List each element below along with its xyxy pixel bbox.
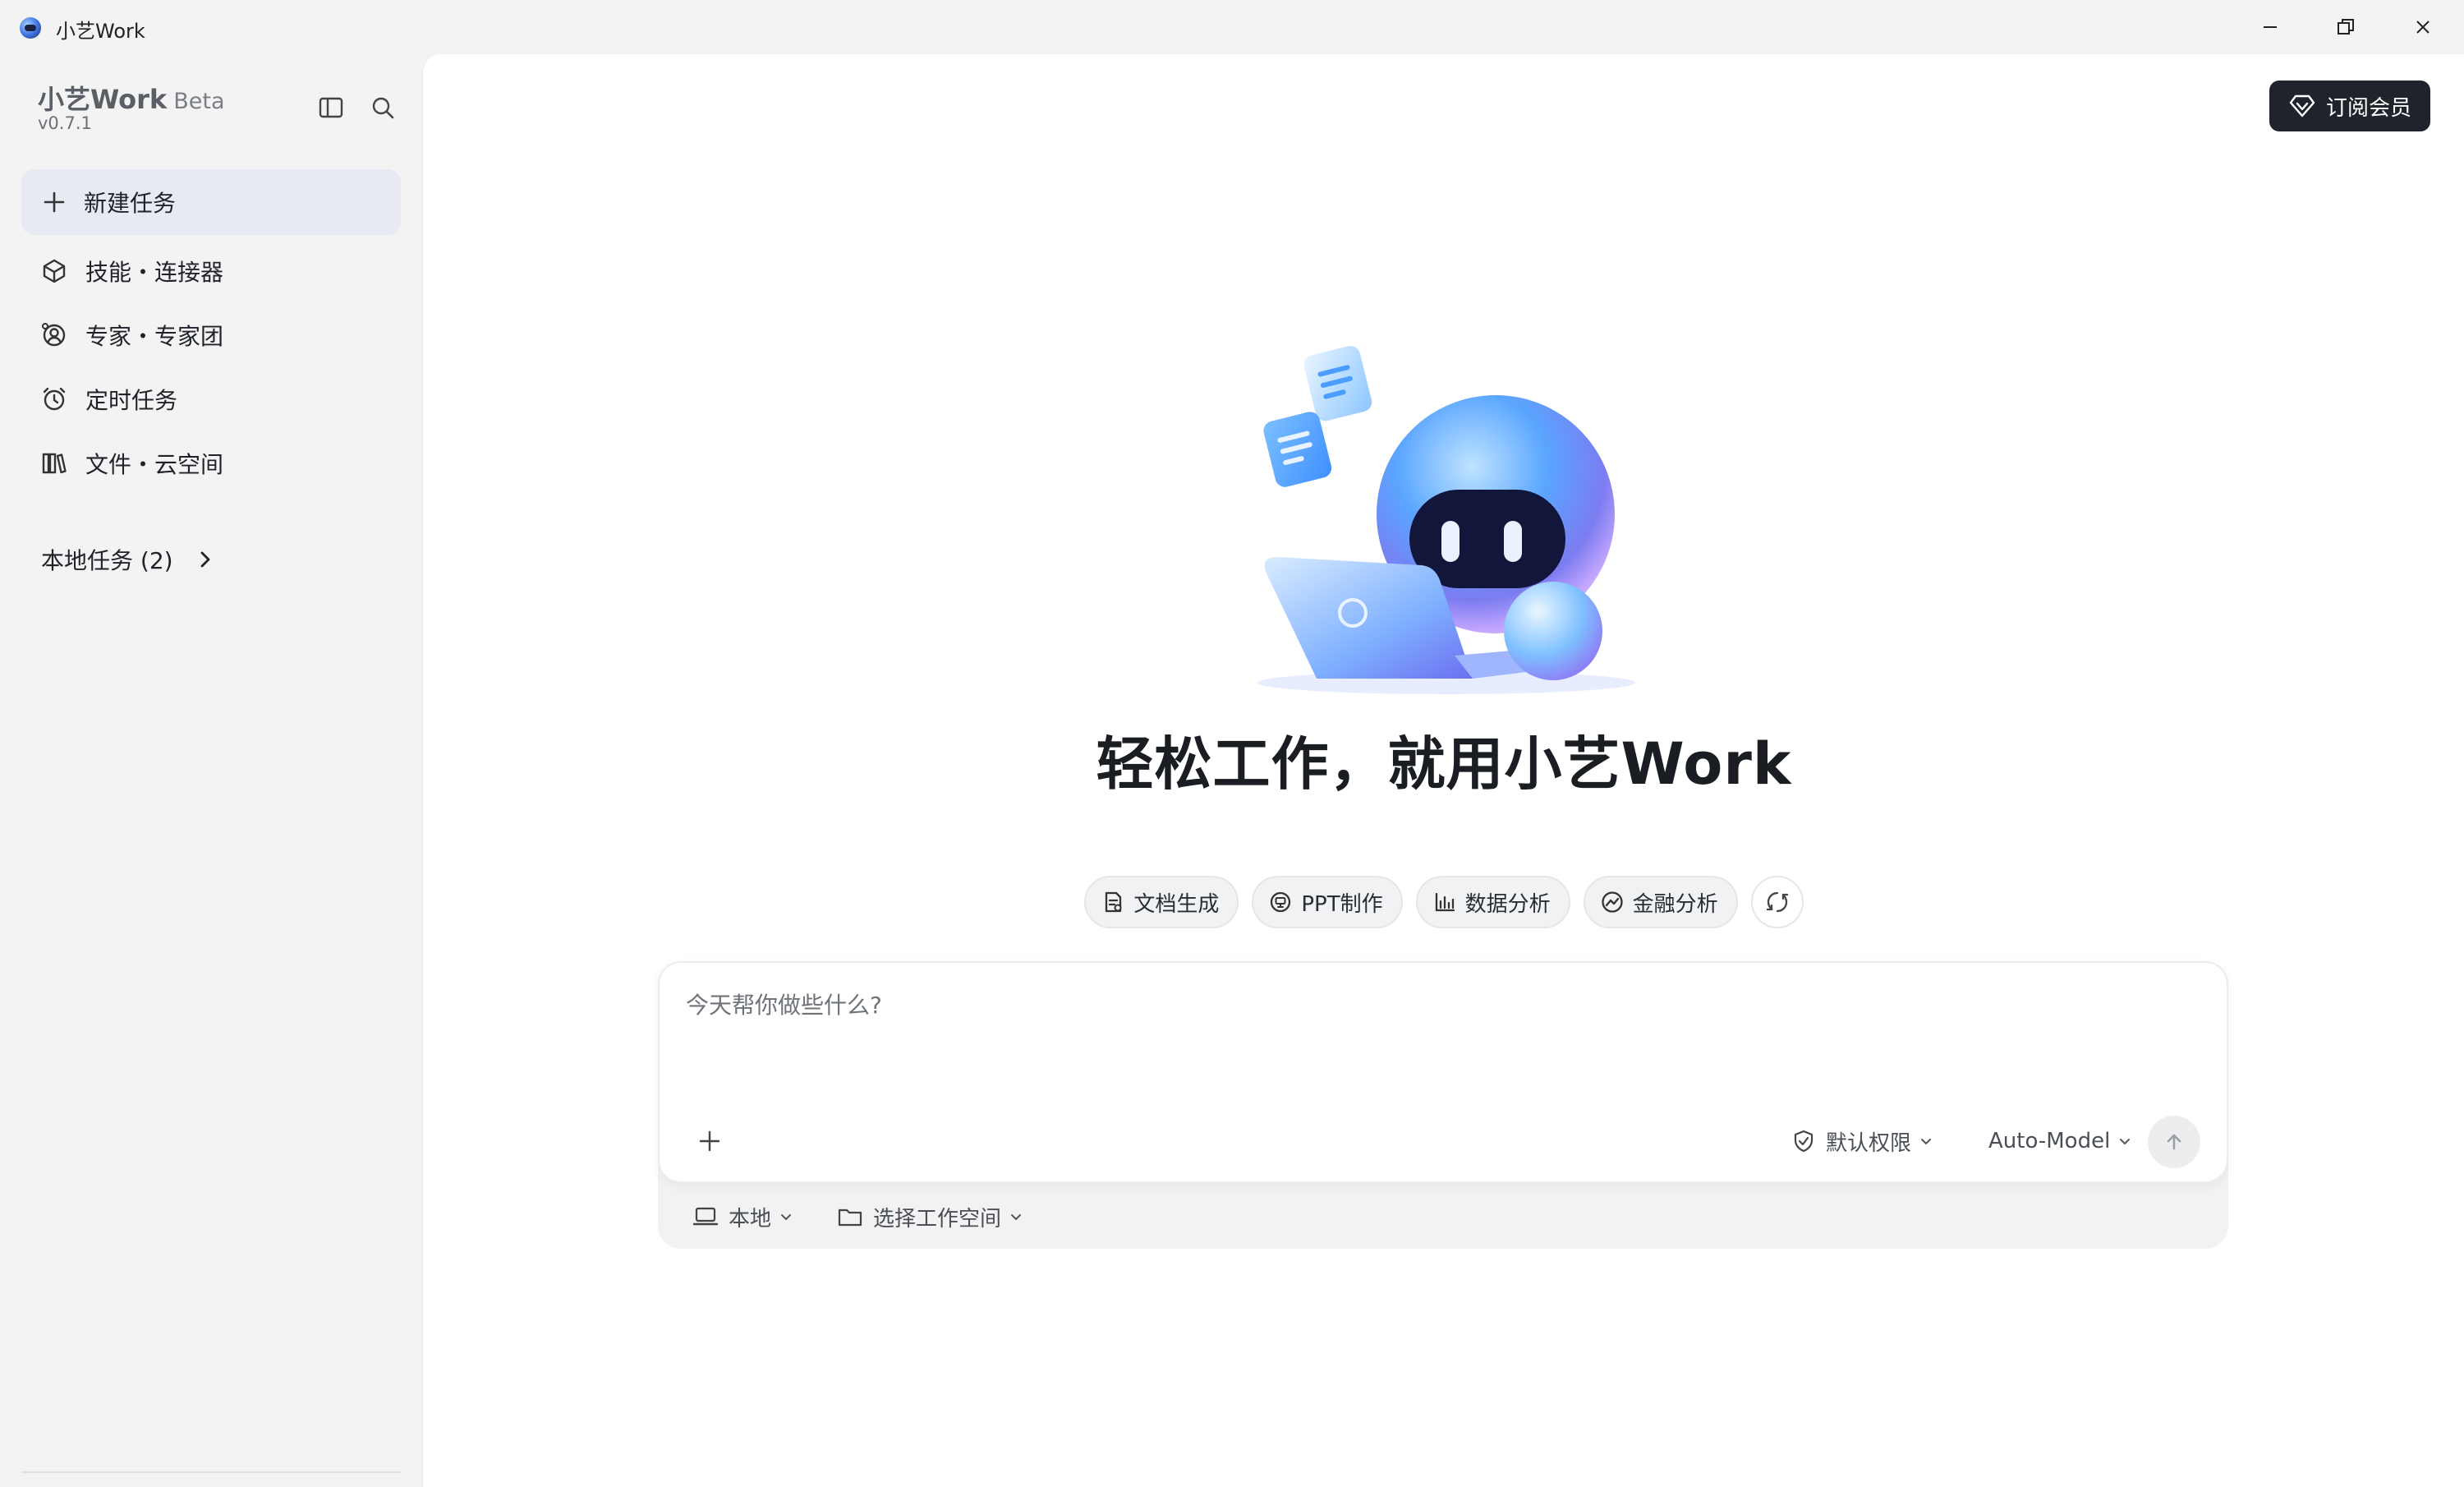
sidebar: 小艺Work Beta v0.7.1 新建任务 技能・连接器 专家・专家团 定时任… <box>0 54 422 1487</box>
page-headline: 轻松工作，就用小艺Work <box>1096 730 1792 798</box>
chip-label: 金融分析 <box>1632 891 1718 917</box>
chevron-right-icon <box>196 550 214 569</box>
sidebar-toggle-button[interactable] <box>310 87 352 128</box>
chevron-down-icon <box>779 1210 793 1223</box>
maximize-button[interactable] <box>2313 7 2379 48</box>
minimize-button[interactable] <box>2237 7 2303 48</box>
trend-icon <box>1600 890 1625 914</box>
chip-financial-analysis[interactable]: 金融分析 <box>1583 876 1738 928</box>
composer-container: 默认权限 Auto-Model 本地 <box>658 961 2228 1249</box>
environment-dropdown[interactable]: 本地 <box>692 1198 793 1236</box>
sidebar-item-scheduled[interactable]: 定时任务 <box>21 370 401 429</box>
chip-label: PPT制作 <box>1301 891 1383 917</box>
expert-icon <box>39 320 69 350</box>
workspace-dropdown[interactable]: 选择工作空间 <box>837 1198 1023 1236</box>
sidebar-item-label: 专家・专家团 <box>85 323 224 350</box>
title-bar: 小艺Work <box>0 0 2464 54</box>
quick-action-chips: 文档生成 PPT制作 数据分析 金融分析 <box>423 876 2464 928</box>
sidebar-toggle-icon <box>319 97 343 118</box>
document-icon <box>1101 890 1125 914</box>
model-dropdown[interactable]: Auto-Model <box>1988 1122 2131 1160</box>
minimize-icon <box>2264 26 2277 28</box>
maximize-icon <box>2338 19 2354 35</box>
permission-label: 默认权限 <box>1826 1130 1912 1156</box>
main-panel: 订阅会员 轻松工作，就用小艺Work 文档生成 PPT制作 数据分析 金融分析 … <box>422 54 2464 1487</box>
sidebar-item-label: 技能・连接器 <box>85 259 224 286</box>
chip-label: 数据分析 <box>1464 891 1551 917</box>
composer: 默认权限 Auto-Model <box>658 961 2228 1183</box>
environment-label: 本地 <box>729 1206 772 1231</box>
plus-icon <box>39 187 69 217</box>
chevron-down-icon <box>1919 1135 1933 1148</box>
refresh-chips-button[interactable] <box>1750 876 1804 928</box>
divider <box>21 1471 401 1473</box>
workspace-label: 选择工作空间 <box>873 1206 1002 1231</box>
arrow-up-icon <box>2167 1134 2181 1150</box>
diamond-icon <box>2288 94 2316 118</box>
app-version: v0.7.1 <box>38 113 92 133</box>
chevron-down-icon <box>2118 1135 2131 1148</box>
sidebar-item-skills[interactable]: 技能・连接器 <box>21 242 401 301</box>
search-icon <box>372 97 394 119</box>
alarm-clock-icon <box>39 384 69 414</box>
local-tasks-toggle[interactable]: 本地任务 (2) <box>41 539 214 580</box>
new-task-button[interactable]: 新建任务 <box>21 169 401 235</box>
sidebar-item-files[interactable]: 文件・云空间 <box>21 434 401 493</box>
search-button[interactable] <box>362 87 403 128</box>
presentation-icon <box>1268 890 1293 914</box>
brand-name: 小艺Work <box>38 84 168 115</box>
shield-check-icon <box>1791 1129 1816 1153</box>
new-task-label: 新建任务 <box>84 190 177 217</box>
chip-data-analysis[interactable]: 数据分析 <box>1415 876 1570 928</box>
folder-icon <box>837 1205 863 1228</box>
chip-label: 文档生成 <box>1133 891 1220 917</box>
refresh-icon <box>1765 890 1790 914</box>
subscribe-button[interactable]: 订阅会员 <box>2269 81 2430 131</box>
brand-beta-tag: Beta <box>173 89 225 114</box>
plus-icon <box>699 1130 720 1152</box>
sidebar-item-experts[interactable]: 专家・专家团 <box>21 306 401 365</box>
chip-document-generation[interactable]: 文档生成 <box>1084 876 1239 928</box>
brand: 小艺Work Beta <box>38 79 225 117</box>
chip-ppt-creation[interactable]: PPT制作 <box>1252 876 1403 928</box>
laptop-icon <box>692 1205 719 1228</box>
local-tasks-label: 本地任务 (2) <box>41 547 173 574</box>
mascot-robot-illustration <box>1257 345 1635 694</box>
bar-chart-icon <box>1432 890 1457 914</box>
send-button[interactable] <box>2148 1116 2200 1168</box>
model-label: Auto-Model <box>1988 1129 2111 1153</box>
cube-icon <box>39 256 69 286</box>
sidebar-item-label: 定时任务 <box>85 387 178 414</box>
attach-button[interactable] <box>689 1121 730 1162</box>
books-icon <box>39 449 69 478</box>
chevron-down-icon <box>1009 1210 1023 1223</box>
app-icon <box>20 17 41 39</box>
prompt-input[interactable] <box>686 987 2164 1070</box>
permission-dropdown[interactable]: 默认权限 <box>1791 1122 1933 1160</box>
window-title: 小艺Work <box>56 20 145 43</box>
subscribe-label: 订阅会员 <box>2325 95 2411 121</box>
close-icon <box>2416 21 2430 34</box>
close-button[interactable] <box>2390 7 2456 48</box>
sidebar-item-label: 文件・云空间 <box>85 451 224 478</box>
